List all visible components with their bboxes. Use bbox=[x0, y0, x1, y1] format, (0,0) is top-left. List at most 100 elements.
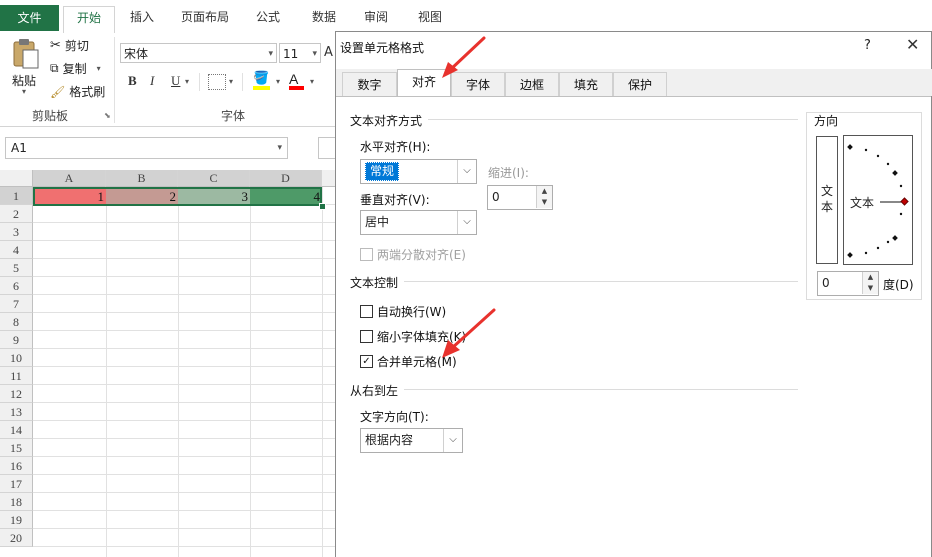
column-header-b[interactable]: B bbox=[106, 170, 178, 187]
column-header-c[interactable]: C bbox=[178, 170, 250, 187]
row-header[interactable]: 11 bbox=[0, 367, 33, 385]
row-header[interactable]: 7 bbox=[0, 295, 33, 313]
checkbox-box bbox=[360, 305, 373, 318]
row-header[interactable]: 18 bbox=[0, 493, 33, 511]
grid-line bbox=[322, 187, 323, 557]
tab-data[interactable]: 数据 bbox=[302, 6, 346, 32]
font-color-letter: A bbox=[289, 71, 299, 87]
text-alignment-heading: 文本对齐方式 bbox=[350, 114, 423, 128]
text-control-heading: 文本控制 bbox=[350, 276, 399, 290]
tab-protection[interactable]: 保护 bbox=[613, 72, 667, 96]
italic-button[interactable]: I bbox=[150, 73, 154, 89]
justify-distributed-checkbox[interactable]: 两端分散对齐(E) bbox=[360, 246, 466, 263]
font-color-dropdown-icon[interactable]: ▾ bbox=[310, 77, 314, 86]
row-header[interactable]: 19 bbox=[0, 511, 33, 529]
degree-label: 度(D) bbox=[883, 278, 914, 292]
spin-up-icon[interactable]: ▲ bbox=[862, 272, 878, 283]
row-header[interactable]: 1 bbox=[0, 187, 33, 205]
copy-dropdown-icon[interactable]: ▾ bbox=[97, 64, 101, 73]
right-to-left-heading: 从右到左 bbox=[350, 384, 399, 398]
cut-label: 剪切 bbox=[64, 39, 89, 53]
vertical-text-button[interactable]: 文本 bbox=[816, 136, 838, 264]
row-header[interactable]: 9 bbox=[0, 331, 33, 349]
indent-spinner[interactable]: 0 ▲ ▼ bbox=[487, 185, 553, 210]
dialog-launcher-icon[interactable]: ⬊ bbox=[104, 111, 111, 120]
borders-dropdown-icon[interactable]: ▾ bbox=[229, 77, 233, 86]
horizontal-text-label: 文本 bbox=[850, 196, 875, 210]
row-header[interactable]: 2 bbox=[0, 205, 33, 223]
degree-spinner[interactable]: 0 ▲ ▼ bbox=[817, 271, 879, 296]
borders-icon[interactable] bbox=[208, 74, 226, 90]
tab-number[interactable]: 数字 bbox=[342, 72, 397, 96]
name-box[interactable]: A1 ▾ bbox=[5, 137, 288, 159]
tab-insert[interactable]: 插入 bbox=[120, 6, 164, 32]
copy-label: 复制 bbox=[62, 62, 87, 76]
fill-dropdown-icon[interactable]: ▾ bbox=[276, 77, 280, 86]
chevron-down-icon: ⌵ bbox=[457, 160, 476, 183]
spin-up-icon[interactable]: ▲ bbox=[536, 186, 552, 197]
tab-border[interactable]: 边框 bbox=[505, 72, 559, 96]
justify-distributed-label: 两端分散对齐(E) bbox=[377, 248, 466, 262]
ribbon-tab-bar: 文件 开始 插入 页面布局 公式 数据 审阅 视图 bbox=[0, 0, 932, 34]
vertical-align-select[interactable]: 居中 ⌵ bbox=[360, 210, 477, 235]
close-button[interactable]: ✕ bbox=[906, 35, 919, 54]
fill-color-button[interactable]: 🪣 bbox=[253, 71, 271, 91]
font-name-combo[interactable]: 宋体 ▾ bbox=[120, 43, 277, 63]
help-button[interactable]: ? bbox=[864, 38, 871, 53]
paste-dropdown-icon[interactable]: ▾ bbox=[22, 87, 26, 96]
orientation-dial[interactable]: 文本 bbox=[843, 135, 913, 265]
tab-fill[interactable]: 填充 bbox=[559, 72, 613, 96]
font-color-button[interactable]: A bbox=[289, 71, 305, 91]
vertical-align-value: 居中 bbox=[365, 215, 390, 229]
column-header-d[interactable]: D bbox=[250, 170, 322, 187]
clipboard-group-label: 剪贴板 bbox=[32, 109, 69, 123]
tab-formulas[interactable]: 公式 bbox=[246, 6, 290, 32]
tab-review[interactable]: 审阅 bbox=[354, 6, 398, 32]
grid-line bbox=[33, 546, 340, 547]
underline-dropdown-icon[interactable]: ▾ bbox=[185, 77, 189, 86]
worksheet[interactable]: A B C D 1 2 3 4 5 6 7 8 9 10 11 12 13 14 15 16 17 18 19 20 … bbox=[0, 170, 340, 557]
grid-line bbox=[33, 438, 340, 439]
paste-icon[interactable] bbox=[10, 38, 44, 70]
grid-line bbox=[33, 258, 340, 259]
row-header[interactable]: 5 bbox=[0, 259, 33, 277]
column-header-a[interactable]: A bbox=[33, 170, 106, 187]
tab-view[interactable]: 视图 bbox=[408, 6, 452, 32]
row-header[interactable]: 16 bbox=[0, 457, 33, 475]
row-header[interactable]: 3 bbox=[0, 223, 33, 241]
tab-file[interactable]: 文件 bbox=[0, 5, 59, 31]
grow-font-icon[interactable]: A bbox=[324, 45, 333, 60]
tab-page-layout[interactable]: 页面布局 bbox=[172, 6, 238, 32]
font-size-combo[interactable]: 11 ▾ bbox=[279, 43, 321, 63]
row-header[interactable]: 6 bbox=[0, 277, 33, 295]
row-header[interactable]: 13 bbox=[0, 403, 33, 421]
row-header[interactable]: 8 bbox=[0, 313, 33, 331]
fill-handle[interactable] bbox=[319, 203, 326, 210]
text-direction-select[interactable]: 根据内容 ⌵ bbox=[360, 428, 463, 453]
spin-down-icon[interactable]: ▼ bbox=[536, 197, 552, 208]
grid-line bbox=[33, 348, 340, 349]
grid-line bbox=[33, 420, 340, 421]
grid-line bbox=[33, 240, 340, 241]
row-header[interactable]: 12 bbox=[0, 385, 33, 403]
row-header[interactable]: 20 bbox=[0, 529, 33, 547]
select-all-corner[interactable] bbox=[0, 170, 33, 187]
row-header[interactable]: 10 bbox=[0, 349, 33, 367]
chevron-down-icon: ⌵ bbox=[443, 429, 462, 452]
cut-button[interactable]: ✂ 剪切 bbox=[50, 37, 89, 54]
copy-icon: ⧉ bbox=[50, 61, 59, 75]
checkbox-box bbox=[360, 330, 373, 343]
name-box-value: A1 bbox=[11, 141, 27, 155]
underline-button[interactable]: U bbox=[171, 73, 180, 89]
format-painter-button[interactable]: 🖌 格式刷 bbox=[50, 83, 105, 100]
row-header[interactable]: 17 bbox=[0, 475, 33, 493]
horizontal-align-select[interactable]: 常规 ⌵ bbox=[360, 159, 477, 184]
bold-button[interactable]: B bbox=[128, 73, 137, 89]
row-header[interactable]: 4 bbox=[0, 241, 33, 259]
row-header[interactable]: 15 bbox=[0, 439, 33, 457]
spin-down-icon[interactable]: ▼ bbox=[862, 283, 878, 294]
copy-button[interactable]: ⧉ 复制 ▾ bbox=[50, 60, 101, 77]
format-painter-label: 格式刷 bbox=[69, 85, 106, 99]
tab-home[interactable]: 开始 bbox=[63, 6, 115, 34]
row-header[interactable]: 14 bbox=[0, 421, 33, 439]
